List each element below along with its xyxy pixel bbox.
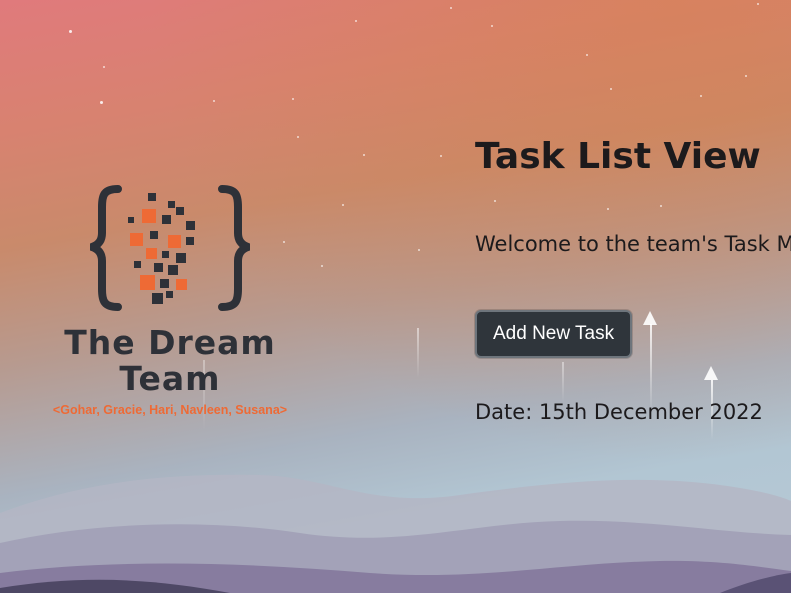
team-name: The Dream Team: [64, 323, 276, 398]
add-new-task-button[interactable]: Add New Task: [475, 310, 633, 358]
hills-landscape: [0, 474, 791, 593]
page-title: Task List View: [475, 136, 761, 177]
team-logo: The Dream Team <Gohar, Gracie, Hari, Nav…: [10, 185, 330, 417]
team-members: <Gohar, Gracie, Hari, Navleen, Susana>: [52, 403, 288, 417]
code-braces-logo-icon: [90, 185, 250, 311]
date-label: Date: 15th December 2022: [475, 400, 763, 424]
main-content: Task List View Welcome to the team's Tas…: [475, 134, 791, 424]
welcome-message: Welcome to the team's Task M: [475, 232, 791, 256]
